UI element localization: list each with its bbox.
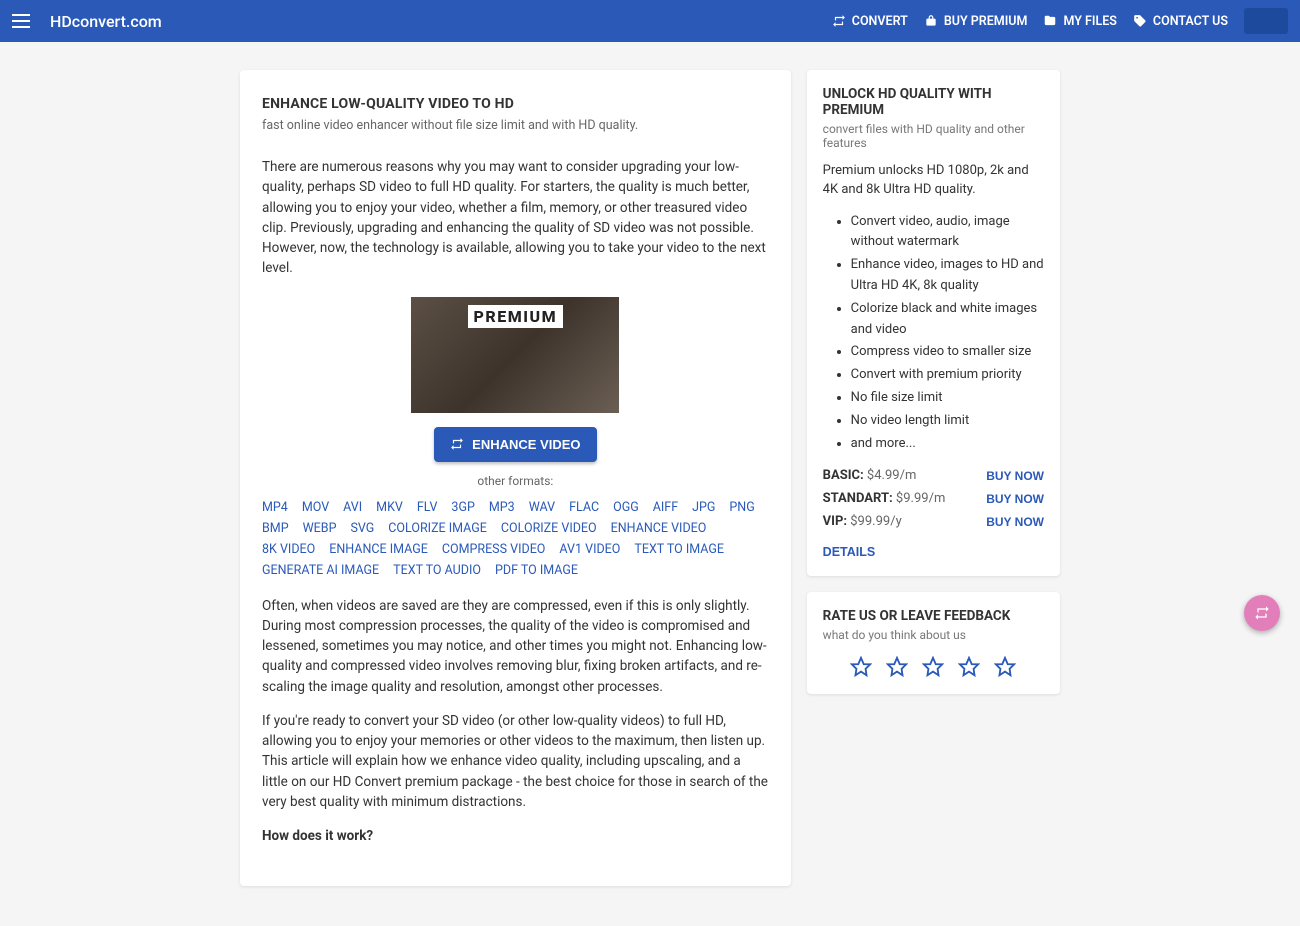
format-link[interactable]: BMP [262,521,289,536]
plan-row: VIP: $99.99/y BUY NOW [823,514,1044,529]
nav-my-files[interactable]: MY FILES [1043,14,1116,29]
feature-item: No file size limit [851,388,1044,409]
plan-label: VIP: [823,514,851,529]
page-title: ENHANCE LOW-QUALITY VIDEO TO HD [262,96,769,112]
plan-price: $99.99/y [850,514,901,529]
format-link[interactable]: JPG [692,500,715,515]
swap-icon [1254,605,1270,621]
feature-item: and more... [851,434,1044,455]
brand-logo[interactable]: HDconvert.com [50,12,162,31]
details-button[interactable]: DETAILS [823,545,876,559]
format-link[interactable]: FLAC [569,500,599,515]
format-link[interactable]: WAV [529,500,555,515]
format-link[interactable]: PDF TO IMAGE [495,563,578,578]
feature-item: Enhance video, images to HD and Ultra HD… [851,255,1044,297]
format-link[interactable]: AVI [343,500,362,515]
feature-item: Colorize black and white images and vide… [851,299,1044,341]
format-link[interactable]: MKV [376,500,403,515]
premium-subtitle: convert files with HD quality and other … [823,122,1044,150]
feature-item: Convert with premium priority [851,365,1044,386]
plan-label: BASIC: [823,468,867,483]
format-link[interactable]: AIFF [653,500,678,515]
format-link[interactable]: MP3 [489,500,515,515]
premium-features: Convert video, audio, image without wate… [823,212,1044,455]
plan-price: $4.99/m [867,468,916,483]
format-link[interactable]: 3GP [451,500,474,515]
buy-now-button[interactable]: BUY NOW [986,469,1044,483]
feedback-card: RATE US OR LEAVE FEEDBACK what do you th… [807,592,1060,694]
enhance-video-button[interactable]: ENHANCE VIDEO [434,427,596,462]
format-link[interactable]: TEXT TO AUDIO [393,563,481,578]
premium-intro: Premium unlocks HD 1080p, 2k and 4K and … [823,162,1044,200]
star-2[interactable] [886,656,908,678]
buy-now-button[interactable]: BUY NOW [986,492,1044,506]
how-heading: How does it work? [262,826,769,846]
format-link[interactable]: MOV [302,500,329,515]
format-link[interactable]: ENHANCE IMAGE [329,542,428,557]
premium-title: UNLOCK HD QUALITY WITH PREMIUM [823,86,1044,118]
premium-badge: PREMIUM [468,305,564,328]
header-bar: HDconvert.com CONVERT BUY PREMIUM MY FIL… [0,0,1300,42]
format-links: MP4 MOV AVI MKV FLV 3GP MP3 WAV FLAC OGG AIFF JPG PN… [262,500,769,578]
other-formats-label: other formats: [262,474,769,488]
swap-icon [832,14,846,28]
star-4[interactable] [958,656,980,678]
star-1[interactable] [850,656,872,678]
plan-row: STANDART: $9.99/m BUY NOW [823,491,1044,506]
rating-stars [823,656,1044,678]
star-5[interactable] [994,656,1016,678]
star-3[interactable] [922,656,944,678]
format-link[interactable]: AV1 VIDEO [559,542,620,557]
feature-item: Convert video, audio, image without wate… [851,212,1044,254]
paragraph-3: If you're ready to convert your SD video… [262,711,769,812]
feedback-subtitle: what do you think about us [823,628,1044,642]
nav-contact-us[interactable]: CONTACT US [1133,14,1228,29]
page-subtitle: fast online video enhancer without file … [262,118,769,133]
format-link[interactable]: ENHANCE VIDEO [611,521,707,536]
intro-paragraph: There are numerous reasons why you may w… [262,157,769,279]
folder-icon [1043,14,1057,28]
format-link[interactable]: TEXT TO IMAGE [634,542,724,557]
main-card: ENHANCE LOW-QUALITY VIDEO TO HD fast onl… [240,70,791,886]
video-thumbnail[interactable]: PREMIUM [411,297,619,413]
floating-action-button[interactable] [1244,595,1280,631]
format-link[interactable]: COLORIZE IMAGE [388,521,487,536]
format-link[interactable]: WEBP [303,521,337,536]
format-link[interactable]: GENERATE AI IMAGE [262,563,379,578]
format-link[interactable]: COMPRESS VIDEO [442,542,546,557]
paragraph-2: Often, when videos are saved are they ar… [262,596,769,697]
buy-now-button[interactable]: BUY NOW [986,515,1044,529]
format-link[interactable]: FLV [417,500,438,515]
format-link[interactable]: OGG [613,500,639,515]
feature-item: No video length limit [851,411,1044,432]
language-flag[interactable] [1244,8,1288,34]
format-link[interactable]: MP4 [262,500,288,515]
format-link[interactable]: COLORIZE VIDEO [501,521,597,536]
nav-convert[interactable]: CONVERT [832,14,908,29]
format-link[interactable]: 8K VIDEO [262,542,315,557]
plan-price: $9.99/m [896,491,945,506]
page-container: ENHANCE LOW-QUALITY VIDEO TO HD fast onl… [240,70,1060,886]
format-link[interactable]: PNG [729,500,754,515]
feedback-title: RATE US OR LEAVE FEEDBACK [823,608,1044,624]
premium-plans: BASIC: $4.99/m BUY NOW STANDART: $9.99/m BU… [823,468,1044,529]
hamburger-menu-icon[interactable] [12,9,36,33]
tag-icon [1133,14,1147,28]
premium-card: UNLOCK HD QUALITY WITH PREMIUM convert f… [807,70,1060,576]
format-link[interactable]: SVG [350,521,374,536]
nav-buy-premium[interactable]: BUY PREMIUM [924,14,1028,29]
feature-item: Compress video to smaller size [851,342,1044,363]
thumbnail-wrap: PREMIUM [262,297,769,413]
swap-icon [450,437,464,451]
plan-label: STANDART: [823,491,896,506]
lock-icon [924,14,938,28]
plan-row: BASIC: $4.99/m BUY NOW [823,468,1044,483]
